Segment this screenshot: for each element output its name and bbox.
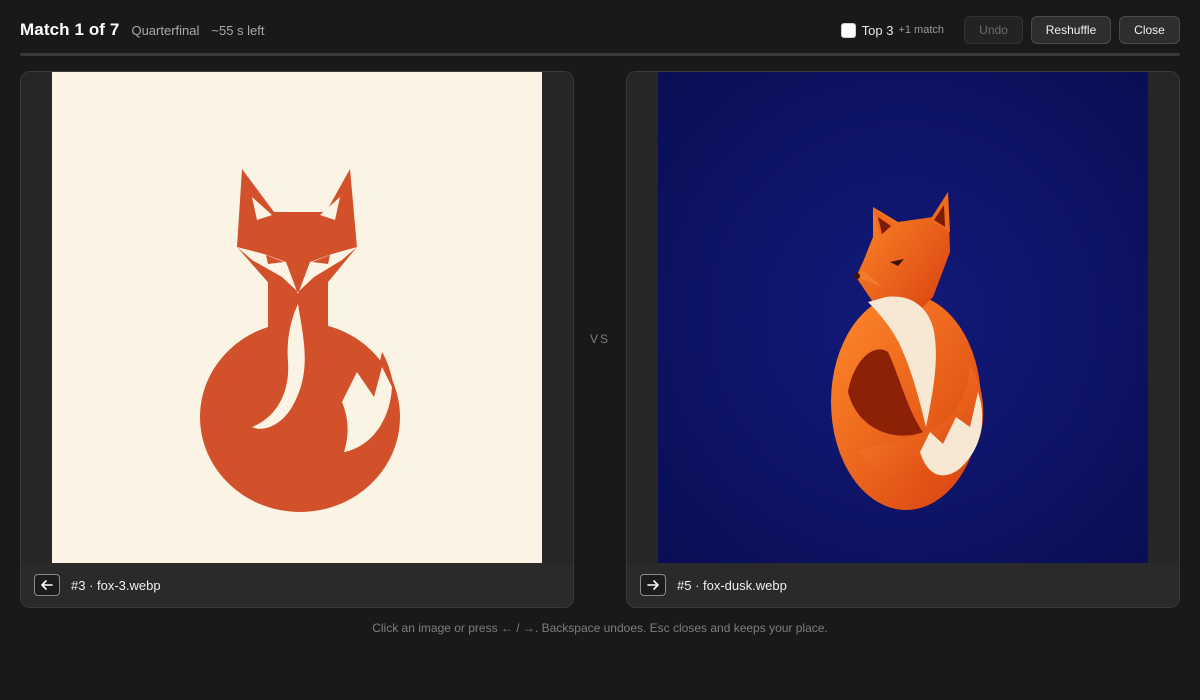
top3-note: +1 match xyxy=(898,24,944,36)
caption-bar-left: #3 · fox-3.webp xyxy=(21,563,573,607)
header-bar: Match 1 of 7 Quarterfinal ~55 s left Top… xyxy=(20,14,1180,46)
header-divider xyxy=(20,53,1180,56)
fox-image-left[interactable] xyxy=(52,72,542,563)
close-button[interactable]: Close xyxy=(1119,16,1180,44)
arrow-left-icon[interactable] xyxy=(34,574,60,596)
top3-toggle[interactable]: Top 3 +1 match xyxy=(840,22,944,38)
versus-label: VS xyxy=(589,332,610,346)
fox-image-right[interactable] xyxy=(658,72,1148,563)
image-area-left[interactable] xyxy=(21,72,573,563)
round-label: Quarterfinal xyxy=(131,22,200,38)
time-remaining: ~55 s left xyxy=(211,22,265,38)
undo-button[interactable]: Undo xyxy=(964,16,1023,44)
match-title: Match 1 of 7 xyxy=(20,20,120,39)
caption-bar-right: #5 · fox-dusk.webp xyxy=(627,563,1179,607)
top3-label: Top 3 xyxy=(861,22,894,38)
reshuffle-button[interactable]: Reshuffle xyxy=(1031,16,1111,44)
image-area-right[interactable] xyxy=(627,72,1179,563)
top3-checkbox[interactable] xyxy=(840,22,856,38)
arrow-right-icon[interactable] xyxy=(640,574,666,596)
candidate-card-left[interactable]: #3 · fox-3.webp xyxy=(20,71,574,608)
image-caption-left: #3 · fox-3.webp xyxy=(71,577,161,593)
keyboard-hint: Click an image or press ← / →. Backspace… xyxy=(372,621,828,635)
candidate-card-right[interactable]: #5 · fox-dusk.webp xyxy=(626,71,1180,608)
image-caption-right: #5 · fox-dusk.webp xyxy=(677,577,787,593)
